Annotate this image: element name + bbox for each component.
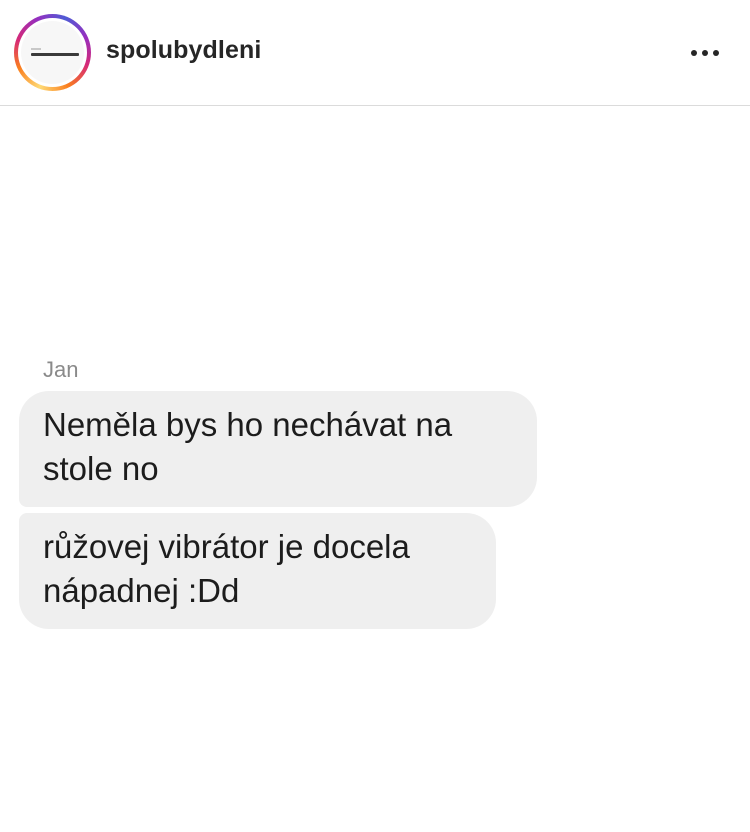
message-text-line: růžovej vibrátor je docela	[43, 528, 410, 565]
profile-avatar[interactable]	[14, 14, 91, 91]
message-text-line: Neměla bys ho nechávat na	[43, 406, 453, 443]
more-horizontal-icon	[713, 50, 719, 56]
post-header: spolubydleni	[0, 0, 750, 106]
message-bubble: růžovej vibrátor je docela nápadnej :Dd	[19, 513, 496, 629]
message-sender-name: Jan	[43, 357, 79, 382]
more-horizontal-icon	[702, 50, 708, 56]
message-text-line: stole no	[43, 450, 159, 487]
message-text-line: nápadnej :Dd	[43, 572, 240, 609]
avatar-border	[18, 18, 87, 87]
username-link[interactable]: spolubydleni	[106, 36, 261, 65]
message-bubble: Neměla bys ho nechávat na stole no	[19, 391, 537, 507]
more-options-button[interactable]	[685, 38, 725, 68]
avatar-image-detail	[31, 48, 41, 50]
more-horizontal-icon	[691, 50, 697, 56]
avatar-image-text	[31, 53, 79, 56]
avatar-image	[21, 21, 84, 84]
